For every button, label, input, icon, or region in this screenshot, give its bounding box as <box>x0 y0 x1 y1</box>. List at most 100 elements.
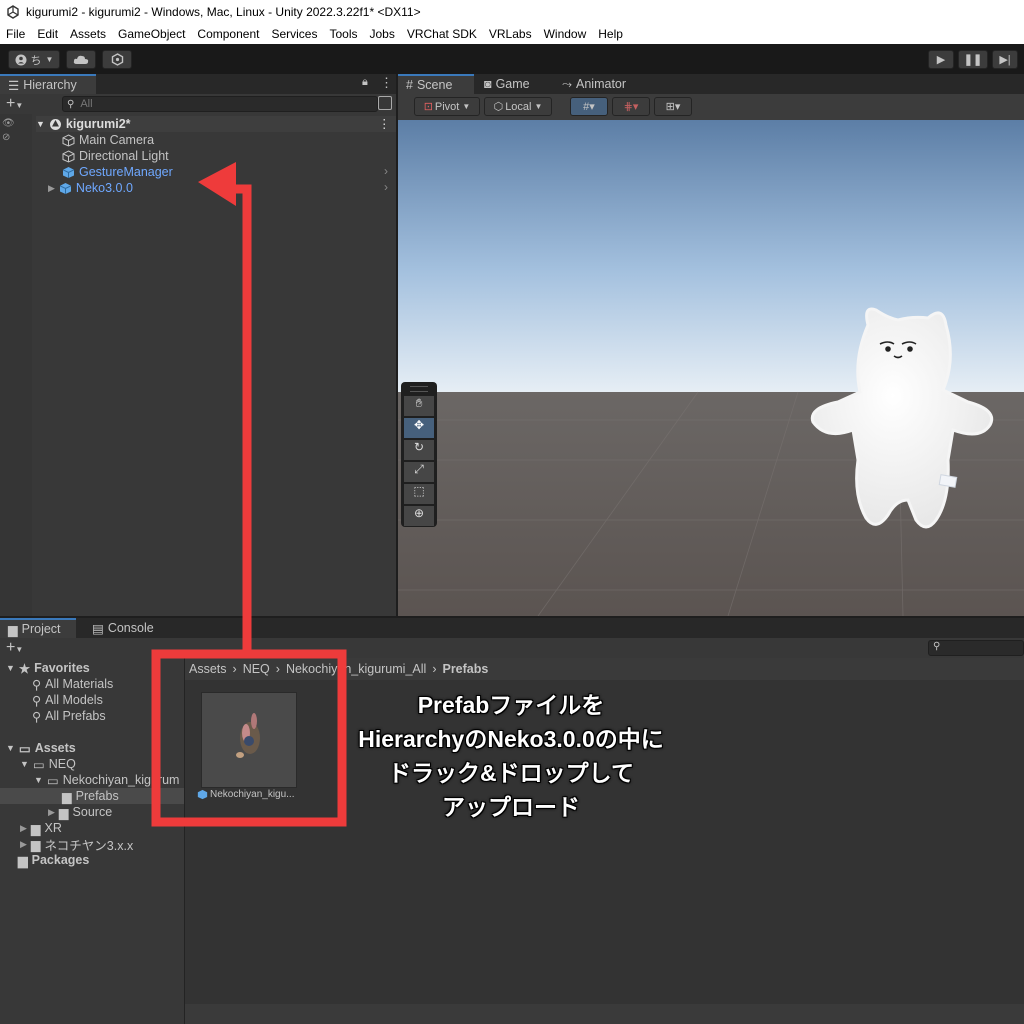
tool-palette: ✋︎ ✥ ↻ ⤢ ⬚ ⊕ <box>401 382 437 527</box>
tab-project[interactable]: ▆ Project <box>0 618 76 638</box>
tab-animator[interactable]: ⤳ Animator <box>554 74 634 94</box>
snap-toggle[interactable]: ⋕▾ <box>612 97 650 116</box>
packages-row[interactable]: ▆ Packages <box>18 852 89 868</box>
chevron-down-icon: ▼ <box>45 55 54 64</box>
move-tool-icon[interactable]: ✥ <box>404 418 434 438</box>
menu-assets[interactable]: Assets <box>64 27 112 41</box>
breadcrumb-neq[interactable]: NEQ <box>243 662 270 676</box>
folder-source[interactable]: ▶ ▆ Source <box>48 804 112 820</box>
menu-edit[interactable]: Edit <box>31 27 64 41</box>
menu-bar: File Edit Assets GameObject Component Se… <box>0 24 1024 44</box>
annotation-line-2: HierarchyのNeko3.0.0の中に <box>358 726 664 752</box>
menu-gameobject[interactable]: GameObject <box>112 27 191 41</box>
transform-tool-icon[interactable]: ⊕ <box>404 506 434 526</box>
eye-icon[interactable]: 👁︎ <box>2 118 15 129</box>
project-search-input[interactable]: ⚲ <box>928 640 1024 656</box>
gamepad-icon: ◙ <box>484 77 492 91</box>
scene-menu-icon[interactable]: ⋮ <box>378 116 391 131</box>
hierarchy-item-label: Directional Light <box>79 149 169 163</box>
rect-tool-icon[interactable]: ⬚ <box>404 484 434 504</box>
breadcrumb-assets[interactable]: Assets <box>189 662 227 676</box>
pickable-icon[interactable]: ⊘ <box>2 132 10 143</box>
collab-button[interactable] <box>102 50 132 69</box>
chevron-right-icon[interactable]: › <box>384 180 388 194</box>
scene-row[interactable]: ▼ kigurumi2* ⋮ <box>36 116 396 132</box>
step-icon: ▶| <box>999 54 1011 66</box>
cloud-button[interactable] <box>66 50 96 69</box>
prefab-cube-icon <box>197 789 208 800</box>
folder-nekochiyan[interactable]: ▼ ▭ Nekochiyan_kigurum <box>34 772 184 788</box>
folder-label: Nekochiyan_kigurum <box>62 773 180 787</box>
menu-jobs[interactable]: Jobs <box>363 27 400 41</box>
folder-icon: ▆ <box>62 789 72 804</box>
assets-row[interactable]: ▼ ▭ Assets <box>6 740 76 756</box>
expand-arrow-icon: ▼ <box>36 119 45 129</box>
step-button[interactable]: ▶| <box>992 50 1018 69</box>
gameobject-cube-icon <box>62 133 75 147</box>
collapse-arrow-icon: ▶ <box>20 822 27 833</box>
menu-window[interactable]: Window <box>538 27 593 41</box>
grid-toggle[interactable]: #▾ <box>570 97 608 116</box>
menu-help[interactable]: Help <box>592 27 629 41</box>
favorite-all-prefabs[interactable]: ⚲ All Prefabs <box>32 708 106 724</box>
favorite-label: All Materials <box>45 677 114 691</box>
kebab-menu-icon[interactable]: ⋮ <box>380 75 393 91</box>
account-button[interactable]: ち ▼ <box>8 50 60 69</box>
search-icon: ⚲ <box>32 693 42 708</box>
star-icon: ★ <box>18 661 31 676</box>
hierarchy-item-main-camera[interactable]: Main Camera <box>62 132 154 148</box>
tab-game[interactable]: ◙ Game <box>476 74 538 94</box>
hand-tool-icon[interactable]: ✋︎ <box>404 396 434 416</box>
tab-scene-label: Scene <box>416 78 453 92</box>
hierarchy-item-directional-light[interactable]: Directional Light <box>62 148 169 164</box>
favorites-row[interactable]: ▼ ★ Favorites <box>6 660 90 676</box>
tab-hierarchy[interactable]: ☰ Hierarchy <box>0 74 96 94</box>
rotate-tool-icon[interactable]: ↻ <box>404 440 434 460</box>
local-dropdown[interactable]: ⬡ Local ▼ <box>484 97 552 116</box>
chevron-right-icon[interactable]: › <box>384 164 388 178</box>
menu-vrlabs[interactable]: VRLabs <box>483 27 538 41</box>
favorite-all-models[interactable]: ⚲ All Models <box>32 692 103 708</box>
list-icon: ☰ <box>8 78 20 93</box>
menu-services[interactable]: Services <box>265 27 323 41</box>
palette-handle[interactable] <box>410 386 428 392</box>
annotation-line-1: Prefabファイルを <box>417 692 605 718</box>
annotation-line-4: アップロード <box>442 794 580 820</box>
hexagon-icon <box>111 53 123 66</box>
menu-tools[interactable]: Tools <box>323 27 363 41</box>
scene-visibility-icon[interactable] <box>378 96 392 110</box>
prefab-asset-label[interactable]: Nekochiyan_kigu... <box>197 789 307 800</box>
pause-button[interactable]: ❚❚ <box>958 50 988 69</box>
menu-component[interactable]: Component <box>191 27 265 41</box>
folder-nekochan[interactable]: ▶ ▆ ネコチヤン3.x.x <box>20 836 134 853</box>
hierarchy-item-neko[interactable]: ▶ Neko3.0.0 <box>48 180 133 196</box>
breadcrumb-prefabs[interactable]: Prefabs <box>442 662 488 676</box>
prefab-thumbnail[interactable] <box>201 692 297 788</box>
animator-icon: ⤳ <box>562 76 573 91</box>
pivot-dropdown[interactable]: ⊡ Pivot ▼ <box>414 97 480 116</box>
play-icon: ▶ <box>936 54 946 66</box>
increment-snap[interactable]: ⊞▾ <box>654 97 692 116</box>
tab-scene[interactable]: # Scene <box>398 74 474 94</box>
scale-tool-icon[interactable]: ⤢ <box>404 462 434 482</box>
favorite-all-materials[interactable]: ⚲ All Materials <box>32 676 113 692</box>
pause-icon: ❚❚ <box>963 54 983 66</box>
hierarchy-item-gesture-manager[interactable]: GestureManager <box>62 164 173 180</box>
tab-project-label: Project <box>21 622 61 636</box>
folder-prefabs[interactable]: ▆ Prefabs <box>0 788 184 804</box>
scene-viewport[interactable]: ✋︎ ✥ ↻ ⤢ ⬚ ⊕ <box>398 120 1024 616</box>
play-button[interactable]: ▶ <box>928 50 954 69</box>
menu-file[interactable]: File <box>0 27 31 41</box>
hierarchy-search-input[interactable]: ⚲ All <box>62 96 378 112</box>
breadcrumb-nekochiyan[interactable]: Nekochiyan_kigurumi_All <box>286 662 426 676</box>
tab-console[interactable]: ▤ Console <box>84 618 162 638</box>
folder-label: ネコチヤン3.x.x <box>44 838 134 853</box>
menu-vrchat-sdk[interactable]: VRChat SDK <box>401 27 483 41</box>
add-icon[interactable]: +▼ <box>6 96 23 114</box>
create-asset-icon[interactable]: +▼ <box>6 640 23 658</box>
grid-icon: #▾ <box>583 101 595 113</box>
collapse-arrow-icon[interactable]: ▶ <box>48 183 55 194</box>
scene-toolbar: ⊡ Pivot ▼ ⬡ Local ▼ #▾ ⋕▾ ⊞▾ <box>398 94 1024 120</box>
folder-neq[interactable]: ▼ ▭ NEQ <box>20 756 76 772</box>
lock-icon[interactable]: 🔒︎ <box>362 76 368 89</box>
